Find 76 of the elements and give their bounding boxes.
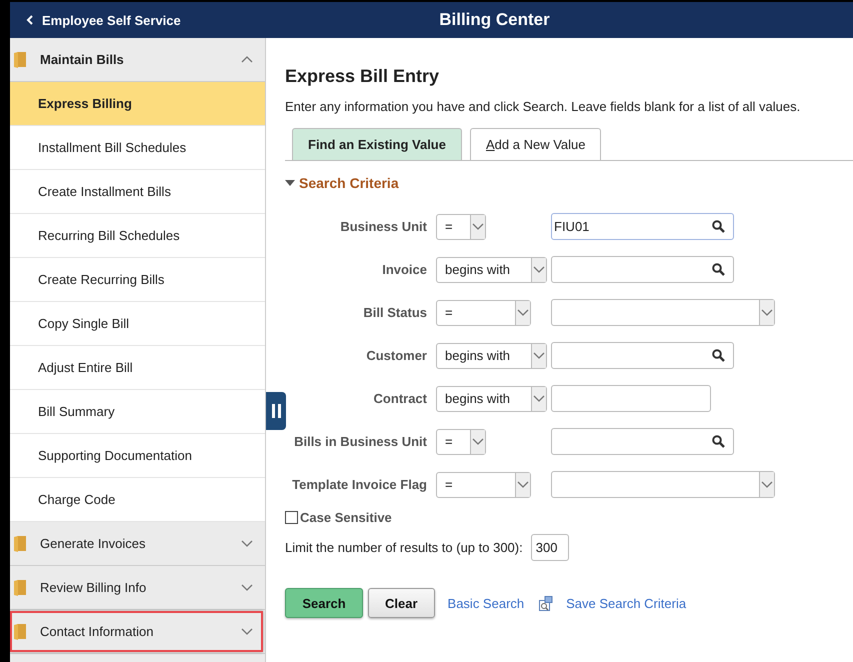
search-icon	[712, 435, 725, 448]
tab[interactable]: Find an Existing Value	[292, 128, 462, 160]
search-icon	[712, 263, 725, 276]
checkbox[interactable]	[285, 511, 298, 524]
operator-dropdown[interactable]: =	[436, 300, 531, 326]
field-label: Invoice	[381, 262, 427, 277]
operator-dropdown[interactable]: =	[436, 472, 531, 498]
input-field[interactable]	[551, 342, 734, 369]
field-label: Bills in Business Unit	[293, 434, 427, 449]
input-field[interactable]	[551, 428, 734, 455]
value-dropdown[interactable]	[551, 471, 775, 498]
group-label: Generate Invoices	[40, 536, 147, 551]
field-label: Business Unit	[339, 219, 427, 234]
operator-dropdown[interactable]: begins with	[436, 386, 547, 412]
sidebar-item[interactable]: Create Recurring Bills	[10, 258, 265, 302]
search-icon	[712, 220, 725, 233]
group-label: Maintain Bills	[40, 52, 125, 67]
chevron-down-icon	[241, 540, 253, 547]
sidebar-item[interactable]: Installment Bill Schedules	[10, 126, 265, 170]
input-field[interactable]: 300	[530, 534, 569, 561]
operator-dropdown[interactable]: =	[436, 428, 486, 454]
limit-label: Limit the number of results to (up to 300):	[285, 540, 523, 555]
field-label: Contract	[372, 391, 427, 406]
back-link[interactable]: Employee Self Service	[10, 12, 276, 28]
chevron-down-icon	[517, 309, 529, 316]
field-label: Bill Status	[362, 305, 427, 320]
sidebar-item[interactable]: Bill Summary	[10, 390, 265, 434]
triangle-icon	[285, 180, 295, 186]
section-toggle[interactable]: Search Criteria	[285, 175, 853, 191]
input-field[interactable]	[551, 385, 711, 412]
field-label: Customer	[365, 348, 427, 363]
pause-bars-icon	[272, 404, 280, 418]
chevron-down-icon	[472, 223, 484, 230]
chevron-down-icon	[241, 628, 253, 635]
chevron-left-icon	[26, 15, 34, 25]
folder-icon	[14, 579, 26, 596]
tab[interactable]: Add a New Value	[470, 128, 602, 160]
chevron-down-icon	[533, 352, 545, 359]
link[interactable]: Basic Search	[448, 596, 524, 610]
instructions-text: Enter any information you have and click Search. Leave fields blank for a list of all values.	[285, 99, 802, 114]
chevron-up-icon	[241, 56, 253, 63]
input-field[interactable]: FIU01	[551, 213, 734, 240]
sidebar-item[interactable]: Copy Single Bill	[10, 302, 265, 346]
sidebar-item[interactable]: Create Installment Bills	[10, 170, 265, 214]
sidebar-item[interactable]: Supporting Documentation	[10, 434, 265, 478]
link[interactable]: Save Search Criteria	[566, 596, 686, 610]
search-icon	[712, 349, 725, 362]
folder-icon	[14, 623, 26, 640]
operator-dropdown[interactable]: begins with	[436, 256, 547, 282]
sidebar-group[interactable]: Contact Information	[10, 610, 265, 654]
input-field[interactable]	[551, 256, 734, 283]
chevron-down-icon	[241, 584, 253, 591]
collapse-handle[interactable]	[266, 392, 286, 430]
checkbox-label: Case Sensitive	[300, 510, 392, 525]
group-label: Review Billing Info	[40, 580, 148, 595]
group-label: Contact Information	[40, 624, 154, 639]
field-label: Template Invoice Flag	[291, 477, 427, 492]
folder-icon	[14, 535, 26, 552]
chevron-down-icon	[533, 395, 545, 402]
page-title: Express Bill Entry	[285, 66, 440, 87]
chevron-down-icon	[761, 481, 773, 488]
chevron-down-icon	[517, 481, 529, 488]
chevron-down-icon	[472, 438, 484, 445]
chevron-down-icon	[533, 266, 545, 273]
sidebar-item[interactable]: Express Billing	[10, 82, 265, 126]
folder-icon	[14, 51, 26, 68]
operator-dropdown[interactable]: =	[436, 214, 486, 240]
value-dropdown[interactable]	[551, 299, 775, 326]
operator-dropdown[interactable]: begins with	[436, 342, 547, 368]
primary-button[interactable]: Search	[285, 588, 363, 618]
page-header-title: Billing Center	[438, 10, 551, 30]
chevron-down-icon	[761, 309, 773, 316]
sidebar-item[interactable]: Recurring Bill Schedules	[10, 214, 265, 258]
button[interactable]: Clear	[368, 588, 435, 618]
sidebar-item[interactable]: Adjust Entire Bill	[10, 346, 265, 390]
sidebar-item[interactable]: Charge Code	[10, 478, 265, 522]
